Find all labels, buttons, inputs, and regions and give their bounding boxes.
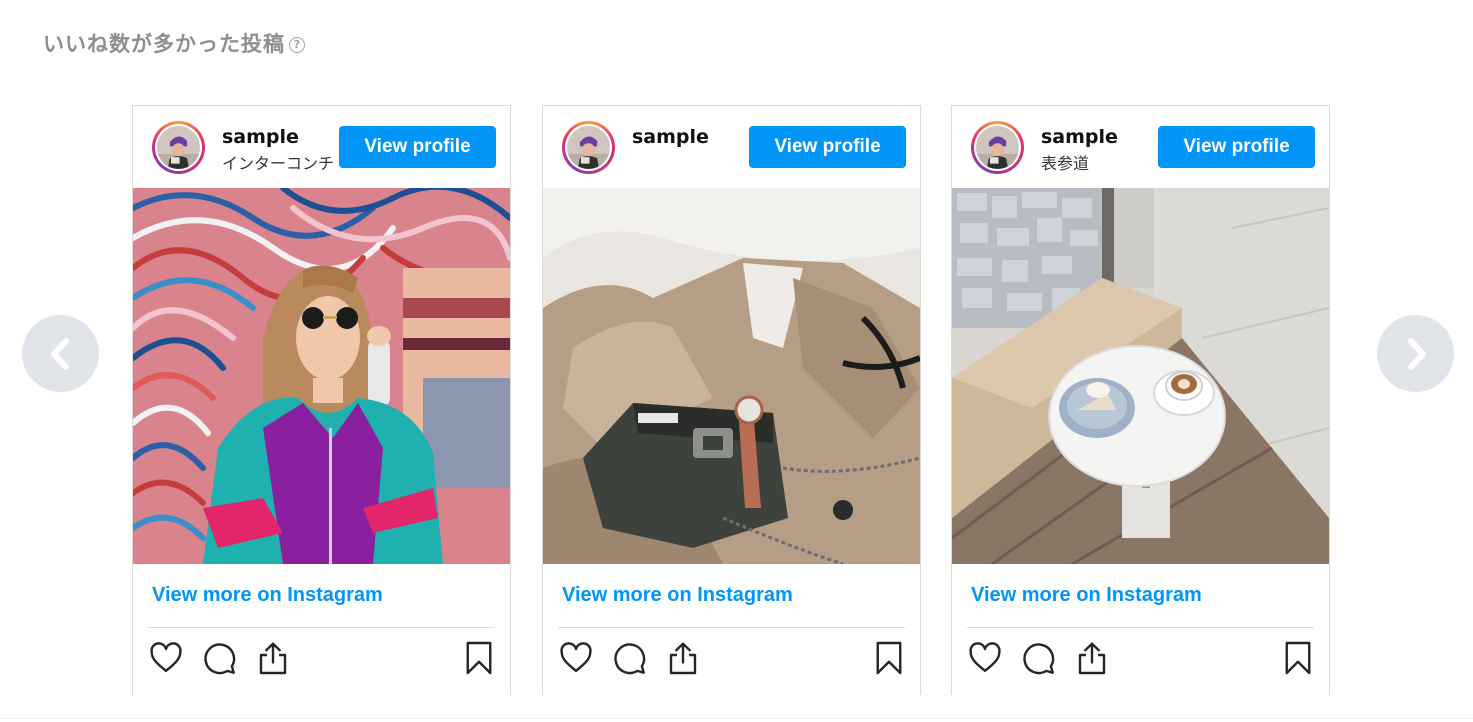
avatar-image <box>976 126 1019 169</box>
view-profile-button[interactable]: View profile <box>1158 126 1315 168</box>
avatar[interactable] <box>971 121 1024 174</box>
section-header: いいね数が多かった投稿 ? <box>43 28 305 58</box>
avatar-image <box>567 126 610 169</box>
bottom-divider <box>0 718 1473 719</box>
post-actions <box>543 628 920 678</box>
post-actions <box>133 628 510 678</box>
post-location[interactable]: 表参道 <box>1041 150 1171 174</box>
avatar-image <box>157 126 200 169</box>
bookmark-icon[interactable] <box>1280 640 1316 676</box>
bookmark-icon[interactable] <box>461 640 497 676</box>
carousel-next-button[interactable] <box>1377 315 1454 392</box>
instagram-post-card: sample View profile View more on Instagr… <box>542 105 921 695</box>
comment-icon[interactable] <box>201 640 237 676</box>
view-more-link[interactable]: View more on Instagram <box>152 584 510 608</box>
post-username[interactable]: sample <box>632 126 709 148</box>
share-icon[interactable] <box>255 640 291 676</box>
post-image[interactable] <box>543 188 920 564</box>
post-location[interactable]: インターコンチ <box>222 150 352 174</box>
view-profile-button[interactable]: View profile <box>339 126 496 168</box>
post-image[interactable] <box>952 188 1329 564</box>
heart-icon[interactable] <box>558 640 594 676</box>
post-header: sample 表参道 View profile <box>952 106 1329 188</box>
post-header: sample View profile <box>543 106 920 188</box>
question-circle-icon[interactable]: ? <box>289 36 305 53</box>
chevron-left-icon <box>50 337 69 370</box>
post-actions <box>952 628 1329 678</box>
comment-icon[interactable] <box>1020 640 1056 676</box>
share-icon[interactable] <box>1074 640 1110 676</box>
post-header: sample インターコンチ View profile <box>133 106 510 188</box>
instagram-post-card: sample インターコンチ View profile View more on… <box>132 105 511 695</box>
section-title: いいね数が多かった投稿 <box>43 32 285 56</box>
post-image[interactable] <box>133 188 510 564</box>
carousel-prev-button[interactable] <box>22 315 99 392</box>
bookmark-icon[interactable] <box>871 640 907 676</box>
avatar[interactable] <box>562 121 615 174</box>
chevron-right-icon <box>1407 337 1426 370</box>
post-username[interactable]: sample <box>1041 126 1118 148</box>
comment-icon[interactable] <box>611 640 647 676</box>
view-profile-button[interactable]: View profile <box>749 126 906 168</box>
heart-icon[interactable] <box>967 640 1003 676</box>
view-more-link[interactable]: View more on Instagram <box>971 584 1329 608</box>
heart-icon[interactable] <box>148 640 184 676</box>
instagram-post-card: sample 表参道 View profile View more on Ins… <box>951 105 1330 695</box>
view-more-link[interactable]: View more on Instagram <box>562 584 920 608</box>
avatar[interactable] <box>152 121 205 174</box>
share-icon[interactable] <box>665 640 701 676</box>
post-username[interactable]: sample <box>222 126 299 148</box>
